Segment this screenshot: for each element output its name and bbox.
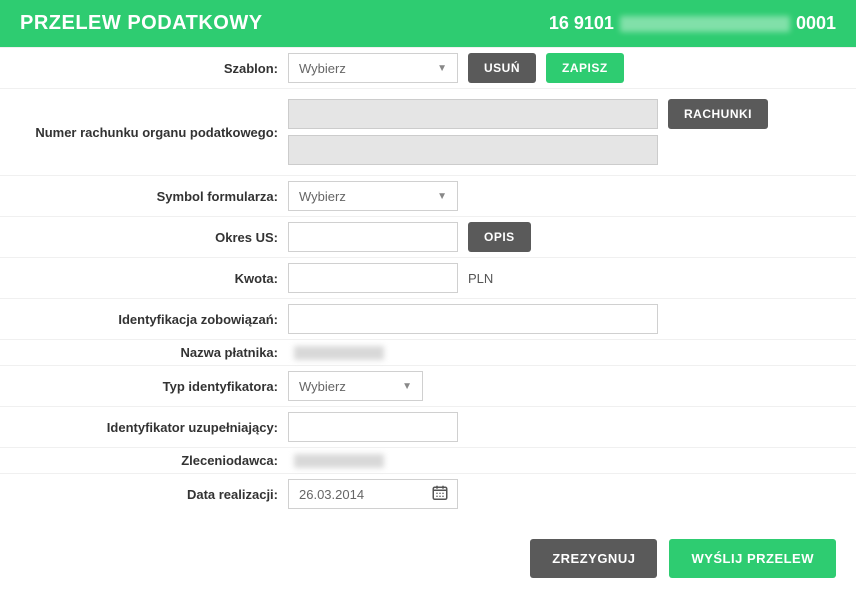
- label-szablon: Szablon:: [0, 61, 288, 76]
- label-numer-rachunku: Numer rachunku organu podatkowego:: [0, 125, 288, 140]
- identyfikator-uzup-input[interactable]: [288, 412, 458, 442]
- label-symbol: Symbol formularza:: [0, 189, 288, 204]
- row-nazwa-platnika: Nazwa płatnika:: [0, 339, 856, 365]
- rachunki-button[interactable]: RACHUNKI: [668, 99, 768, 129]
- chevron-down-icon: ▼: [437, 63, 447, 74]
- chevron-down-icon: ▼: [402, 381, 412, 392]
- data-realizacji-input[interactable]: 26.03.2014: [288, 479, 458, 509]
- numer-rachunku-box-2: [288, 135, 658, 165]
- footer-actions: ZREZYGNUJ WYŚLIJ PRZELEW: [0, 514, 856, 603]
- zrezygnuj-button[interactable]: ZREZYGNUJ: [530, 539, 657, 578]
- opis-button[interactable]: OPIS: [468, 222, 531, 252]
- label-identyfikacja: Identyfikacja zobowiązań:: [0, 312, 288, 327]
- row-zleceniodawca: Zleceniodawca:: [0, 447, 856, 473]
- row-kwota: Kwota: PLN: [0, 257, 856, 298]
- wyslij-button[interactable]: WYŚLIJ PRZELEW: [669, 539, 836, 578]
- label-data-realizacji: Data realizacji:: [0, 487, 288, 502]
- data-realizacji-value: 26.03.2014: [299, 487, 364, 502]
- currency-label: PLN: [468, 271, 493, 286]
- usun-button[interactable]: USUŃ: [468, 53, 536, 83]
- label-zleceniodawca: Zleceniodawca:: [0, 453, 288, 468]
- symbol-value: Wybierz: [299, 189, 346, 204]
- zapisz-button[interactable]: ZAPISZ: [546, 53, 624, 83]
- chevron-down-icon: ▼: [437, 191, 447, 202]
- row-szablon: Szablon: Wybierz ▼ USUŃ ZAPISZ: [0, 47, 856, 88]
- identyfikacja-input[interactable]: [288, 304, 658, 334]
- calendar-icon: [431, 484, 449, 505]
- account-prefix: 16 9101: [549, 13, 614, 34]
- row-numer-rachunku: Numer rachunku organu podatkowego: RACHU…: [0, 88, 856, 175]
- label-typ: Typ identyfikatora:: [0, 379, 288, 394]
- okres-input[interactable]: [288, 222, 458, 252]
- label-identyfikator-uzup: Identyfikator uzupełniający:: [0, 420, 288, 435]
- row-okres: Okres US: OPIS: [0, 216, 856, 257]
- label-okres: Okres US:: [0, 230, 288, 245]
- row-data-realizacji: Data realizacji: 26.03.2014: [0, 473, 856, 514]
- szablon-select[interactable]: Wybierz ▼: [288, 53, 458, 83]
- account-suffix: 0001: [796, 13, 836, 34]
- account-masked: [620, 16, 790, 32]
- zleceniodawca-value: [294, 454, 384, 468]
- numer-rachunku-box-1: [288, 99, 658, 129]
- account-number: 16 9101 0001: [549, 13, 836, 34]
- row-typ: Typ identyfikatora: Wybierz ▼: [0, 365, 856, 406]
- page-title: PRZELEW PODATKOWY: [20, 12, 263, 35]
- kwota-input[interactable]: [288, 263, 458, 293]
- row-identyfikator-uzup: Identyfikator uzupełniający:: [0, 406, 856, 447]
- header-bar: PRZELEW PODATKOWY 16 9101 0001: [0, 0, 856, 47]
- label-kwota: Kwota:: [0, 271, 288, 286]
- symbol-select[interactable]: Wybierz ▼: [288, 181, 458, 211]
- nazwa-platnika-value: [294, 346, 384, 360]
- typ-value: Wybierz: [299, 379, 346, 394]
- typ-select[interactable]: Wybierz ▼: [288, 371, 423, 401]
- label-nazwa-platnika: Nazwa płatnika:: [0, 345, 288, 360]
- row-identyfikacja: Identyfikacja zobowiązań:: [0, 298, 856, 339]
- row-symbol: Symbol formularza: Wybierz ▼: [0, 175, 856, 216]
- szablon-value: Wybierz: [299, 61, 346, 76]
